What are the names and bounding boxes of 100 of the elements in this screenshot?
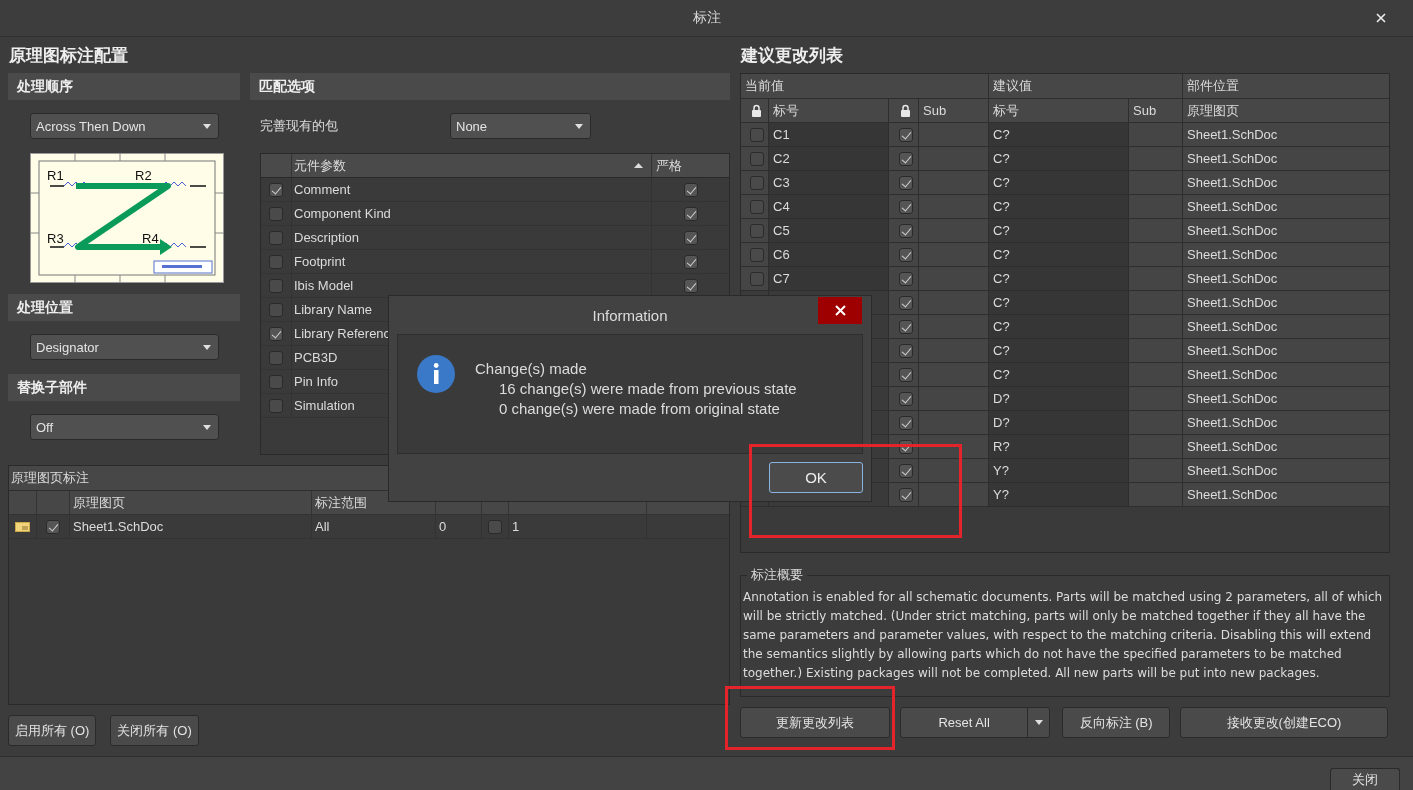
checkbox[interactable] [898,463,913,478]
column-header[interactable]: 标号 [768,99,888,122]
checkbox[interactable] [683,206,698,221]
checkbox[interactable] [898,343,913,358]
action-button[interactable]: 启用所有 (O) [8,715,97,746]
caret-icon [203,123,211,129]
checkbox[interactable] [749,199,764,214]
caret-icon [203,344,211,350]
sort-icon [634,163,643,168]
table-cell: Description [291,226,651,249]
table-cell: Component Kind [291,202,651,225]
checkbox[interactable] [898,271,913,286]
dropdown[interactable]: Designator [30,334,219,360]
action-button[interactable]: 关闭所有 (O) [110,715,199,746]
checkbox[interactable] [269,350,283,365]
checkbox[interactable] [898,487,913,502]
checkbox[interactable] [488,519,502,534]
section-header: 替换子部件 [8,374,240,401]
checkbox[interactable] [898,223,913,238]
column-header[interactable]: Sub [918,99,988,122]
close-icon[interactable] [1375,12,1387,24]
table-cell: Footprint [291,250,651,273]
table-cell: C1 [768,123,888,146]
table-cell: Comment [291,178,651,201]
table-cell: C2 [768,147,888,170]
column-header[interactable]: 标注范围 [315,493,367,512]
table-cell: C? [988,291,1128,314]
checkbox[interactable] [269,398,283,413]
checkbox[interactable] [898,199,913,214]
checkbox[interactable] [269,302,283,317]
table-cell: C? [988,195,1128,218]
table-cell: C5 [768,219,888,242]
checkbox[interactable] [683,278,698,293]
checkbox[interactable] [749,247,764,262]
checkbox[interactable] [898,295,913,310]
checkbox[interactable] [749,271,764,286]
table-cell: Sheet1.SchDoc [1182,387,1389,410]
checkbox[interactable] [898,367,913,382]
table-cell: Sheet1.SchDoc [1182,123,1389,146]
checkbox[interactable] [898,415,913,430]
checkbox[interactable] [898,391,913,406]
summary-text: Annotation is enabled for all schematic documents. Parts will be matched using 2 parameters, all of which will be strictly matched. (Under strict matching, parts will only be matched together if they all have the same parameters and parameter values, with respect to the matching criteria. Disabling this will extend the semantics slightly by allowing parts which do not have the specified parameters to be matched together.) Existing packages will not be completed. All new parts will be put into new packages. [743,589,1384,682]
component-label: R2 [135,168,152,183]
caret-icon [1034,720,1043,725]
checkbox[interactable] [269,206,283,221]
lock-icon [751,103,762,118]
checkbox[interactable] [46,519,60,534]
checkbox[interactable] [269,182,283,197]
checkbox[interactable] [898,175,913,190]
column-header[interactable]: 原理图页 [1182,99,1389,122]
table-cell: Y? [988,459,1128,482]
dropdown[interactable]: None [450,113,591,139]
action-button[interactable]: 更新更改列表 [740,707,890,738]
table-cell: R? [988,435,1128,458]
section-header: 处理位置 [8,294,240,321]
checkbox[interactable] [749,127,764,142]
checkbox[interactable] [269,230,283,245]
dropdown[interactable]: Across Then Down [30,113,219,139]
checkbox[interactable] [683,230,698,245]
checkbox[interactable] [683,182,698,197]
checkbox[interactable] [683,254,698,269]
table-cell: Y? [988,483,1128,506]
table-cell: Sheet1.SchDoc [1182,339,1389,362]
panel-title: 建议更改列表 [740,44,844,67]
table-cell: C4 [768,195,888,218]
dropdown[interactable]: Off [30,414,219,440]
checkbox[interactable] [898,319,913,334]
checkbox[interactable] [269,326,283,341]
action-button[interactable]: 接收更改(创建ECO) [1180,707,1388,738]
column-group-header: 当前值 [744,77,785,95]
close-button[interactable]: 关闭 [1330,768,1400,790]
close-button[interactable] [818,297,862,324]
column-header[interactable]: 严格 [656,156,682,175]
column-header[interactable]: Sub [1128,99,1182,122]
checkbox[interactable] [269,374,283,389]
ok-button[interactable]: OK [769,462,863,493]
checkbox[interactable] [269,278,283,293]
checkbox[interactable] [269,254,283,269]
checkbox[interactable] [749,175,764,190]
checkbox[interactable] [898,127,913,142]
table-cell: Sheet1.SchDoc [1182,315,1389,338]
checkbox[interactable] [898,247,913,262]
window-title: 标注 [692,9,721,27]
checkbox[interactable] [898,151,913,166]
column-header[interactable]: 元件参数 [294,156,346,175]
checkbox[interactable] [749,151,764,166]
sheet-icon [15,520,30,533]
column-header[interactable]: 标号 [988,99,1128,122]
split-button[interactable]: Reset All [900,707,1050,738]
table-cell: D? [988,411,1128,434]
checkbox[interactable] [749,223,764,238]
table-cell: Sheet1.SchDoc [69,515,311,538]
column-group-header: 建议值 [988,74,1182,98]
table-cell: Sheet1.SchDoc [1182,147,1389,170]
table-cell: D? [988,387,1128,410]
table-cell: C? [988,243,1128,266]
action-button[interactable]: 反向标注 (B) [1062,707,1170,738]
component-label: R4 [142,231,159,246]
section-header: 处理顺序 [8,73,240,100]
column-header[interactable]: 原理图页 [73,493,125,512]
